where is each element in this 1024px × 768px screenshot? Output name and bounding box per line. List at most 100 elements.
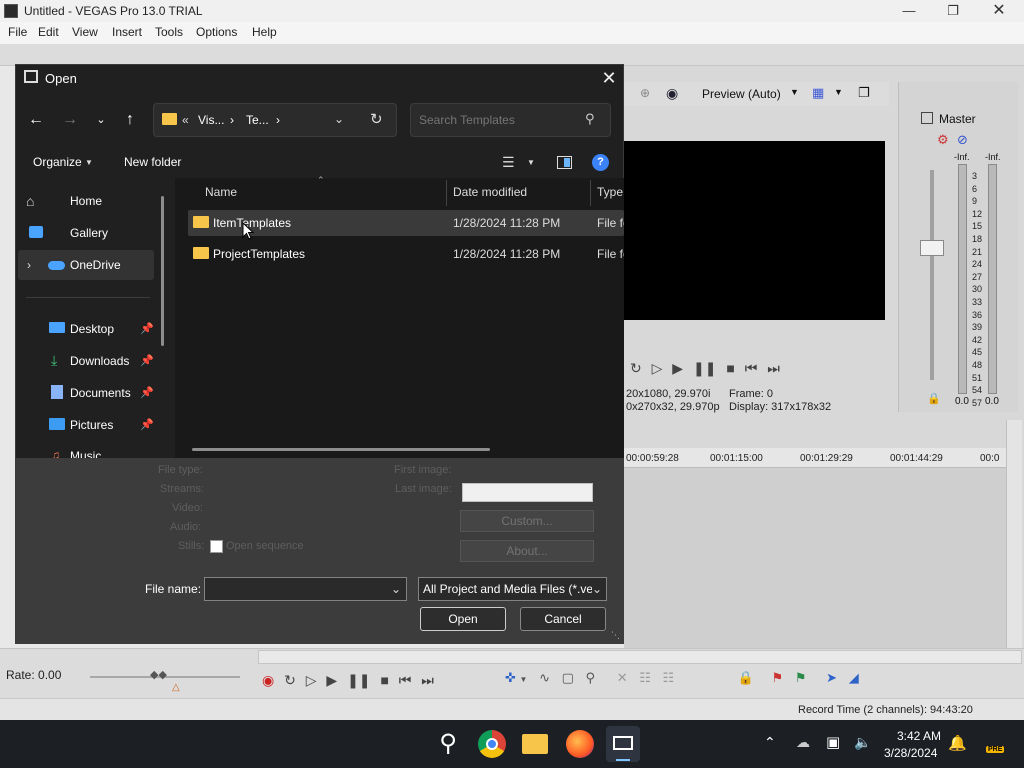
close-icon[interactable]: ✕ [976, 2, 1022, 20]
firefox-icon[interactable] [566, 730, 594, 758]
chevron-down-icon[interactable]: ⌄ [334, 112, 344, 126]
auto-ripple-icon[interactable]: ◢ [849, 670, 859, 685]
normal-edit-tool-icon[interactable]: ✜ [505, 670, 516, 685]
pause-icon[interactable]: ❚❚ [347, 672, 370, 688]
breadcrumb-item[interactable]: Vis... [198, 113, 224, 127]
envelope-tool-icon[interactable]: ∿ [539, 670, 550, 685]
breadcrumb-item[interactable]: Te... [246, 113, 269, 127]
nav-item-music[interactable]: Music [70, 449, 101, 458]
recent-locations-icon[interactable]: ⌄ [88, 108, 114, 132]
new-folder-button[interactable]: New folder [124, 155, 181, 169]
go-end-icon[interactable]: ⏭ [421, 672, 434, 688]
notification-icon[interactable]: 🔔 [948, 734, 967, 752]
custom-button[interactable]: Custom... [460, 510, 594, 532]
play-icon[interactable]: ▶ [326, 672, 337, 688]
nav-scrollbar[interactable] [161, 196, 164, 346]
mute-icon[interactable]: ⊘ [957, 132, 968, 148]
rate-slider-thumb-icon[interactable]: ◆◆ [150, 668, 167, 681]
volume-icon[interactable]: 🔈 [854, 734, 871, 751]
menu-tools[interactable]: Tools [155, 25, 183, 39]
marker-icon[interactable]: ⚑ [772, 670, 784, 685]
menu-file[interactable]: File [8, 25, 27, 39]
search-input[interactable] [410, 103, 611, 137]
next-frame-icon[interactable]: ⏭ [767, 360, 780, 376]
play-icon[interactable]: ▶ [672, 360, 683, 376]
menu-help[interactable]: Help [252, 25, 277, 39]
timeline-tracks[interactable] [624, 468, 1006, 650]
view-options-icon[interactable]: ☰ [502, 154, 515, 171]
stop-icon[interactable]: ■ [380, 672, 388, 688]
about-button[interactable]: About... [460, 540, 594, 562]
breadcrumb-separator[interactable]: › [276, 113, 280, 127]
zoom-tool-icon[interactable]: ⚲ [586, 670, 596, 685]
selection-tool-icon[interactable]: ▢ [562, 670, 574, 685]
timeline-ruler[interactable]: 00:00:59:28 00:01:15:00 00:01:29:29 00:0… [624, 448, 1008, 468]
close-icon[interactable]: ✕ [596, 66, 622, 90]
snap-icon[interactable]: ➤ [826, 670, 837, 685]
nav-item-downloads[interactable]: Downloads [70, 354, 129, 368]
last-image-field[interactable] [462, 483, 593, 502]
loop-icon[interactable]: ↻ [284, 672, 296, 688]
chevron-right-icon[interactable]: › [27, 258, 31, 272]
chevron-down-icon[interactable]: ⌄ [391, 582, 401, 596]
help-icon[interactable]: ? [592, 154, 609, 171]
minimize-icon[interactable]: — [886, 2, 932, 20]
preview-pane-icon[interactable] [557, 156, 572, 169]
chevron-down-icon[interactable]: ▼ [520, 675, 528, 684]
menu-view[interactable]: View [72, 25, 98, 39]
chevron-up-icon[interactable]: ⌃ [764, 734, 776, 751]
nav-item-home[interactable]: Home [70, 194, 102, 208]
go-start-icon[interactable]: ⏮ [399, 672, 412, 688]
prev-frame-icon[interactable]: ⏮ [745, 360, 758, 376]
file-list-horizontal-scrollbar[interactable] [192, 448, 490, 451]
forward-arrow-icon[interactable]: → [57, 108, 83, 132]
region-icon[interactable]: ⚑ [795, 670, 807, 685]
display-icon[interactable]: ▣ [826, 733, 840, 751]
pin-icon[interactable]: 📌 [140, 354, 154, 367]
pin-icon[interactable]: 📌 [140, 386, 154, 399]
file-explorer-icon[interactable] [522, 734, 548, 754]
pause-icon[interactable]: ❚❚ [693, 360, 716, 376]
timeline-vertical-scrollbar[interactable] [1006, 420, 1022, 650]
loop-icon[interactable]: ↻ [630, 360, 642, 376]
table-row[interactable]: ProjectTemplates 1/28/2024 11:28 PM File… [188, 241, 624, 267]
cancel-button[interactable]: Cancel [520, 607, 606, 631]
refresh-icon[interactable]: ↻ [370, 110, 383, 128]
master-fader[interactable] [920, 240, 944, 256]
stop-icon[interactable]: ■ [726, 360, 734, 376]
nav-item-gallery[interactable]: Gallery [70, 226, 108, 240]
nav-item-onedrive[interactable]: OneDrive [70, 258, 121, 272]
record-icon[interactable]: ◉ [262, 672, 274, 688]
grid-icon[interactable]: ▦ [812, 85, 824, 101]
preview-split-icon[interactable]: ⊕ [640, 86, 650, 100]
column-header-name[interactable]: Name [205, 185, 237, 199]
nav-item-pictures[interactable]: Pictures [70, 418, 113, 432]
open-sequence-checkbox[interactable] [210, 540, 223, 553]
pin-icon[interactable]: 📌 [140, 418, 154, 431]
maximize-icon[interactable]: ❐ [930, 2, 976, 20]
organize-button[interactable]: Organize [33, 155, 82, 169]
play-from-start-icon[interactable]: ▷ [652, 360, 663, 376]
resize-grip-icon[interactable]: ⋱ [611, 630, 620, 641]
preview-overlay-icon[interactable]: ◉ [666, 85, 678, 102]
breadcrumb-overflow[interactable]: « [182, 113, 189, 127]
pin-icon[interactable]: 📌 [140, 322, 154, 335]
up-arrow-icon[interactable]: ↑ [117, 108, 143, 132]
column-divider[interactable] [446, 180, 447, 206]
column-divider[interactable] [590, 180, 591, 206]
open-button[interactable]: Open [420, 607, 506, 631]
chevron-down-icon[interactable]: ▼ [527, 158, 535, 167]
split-icon[interactable]: ☷ [663, 670, 675, 685]
chrome-icon[interactable] [478, 730, 506, 758]
column-header-date[interactable]: Date modified [453, 185, 527, 199]
copy-snapshot-icon[interactable]: ❐ [858, 85, 870, 101]
nav-item-documents[interactable]: Documents [70, 386, 131, 400]
address-bar[interactable]: « Vis... › Te... › ⌄ ↻ [153, 103, 397, 137]
menu-options[interactable]: Options [196, 25, 237, 39]
preview-mode-dropdown[interactable]: Preview (Auto) [702, 87, 781, 101]
breadcrumb-separator[interactable]: › [230, 113, 234, 127]
delete-icon[interactable]: ✕ [617, 670, 628, 685]
lock-events-icon[interactable]: 🔒 [738, 670, 754, 685]
file-name-input[interactable] [204, 577, 407, 601]
clock-date[interactable]: 3/28/2024 [884, 746, 937, 760]
